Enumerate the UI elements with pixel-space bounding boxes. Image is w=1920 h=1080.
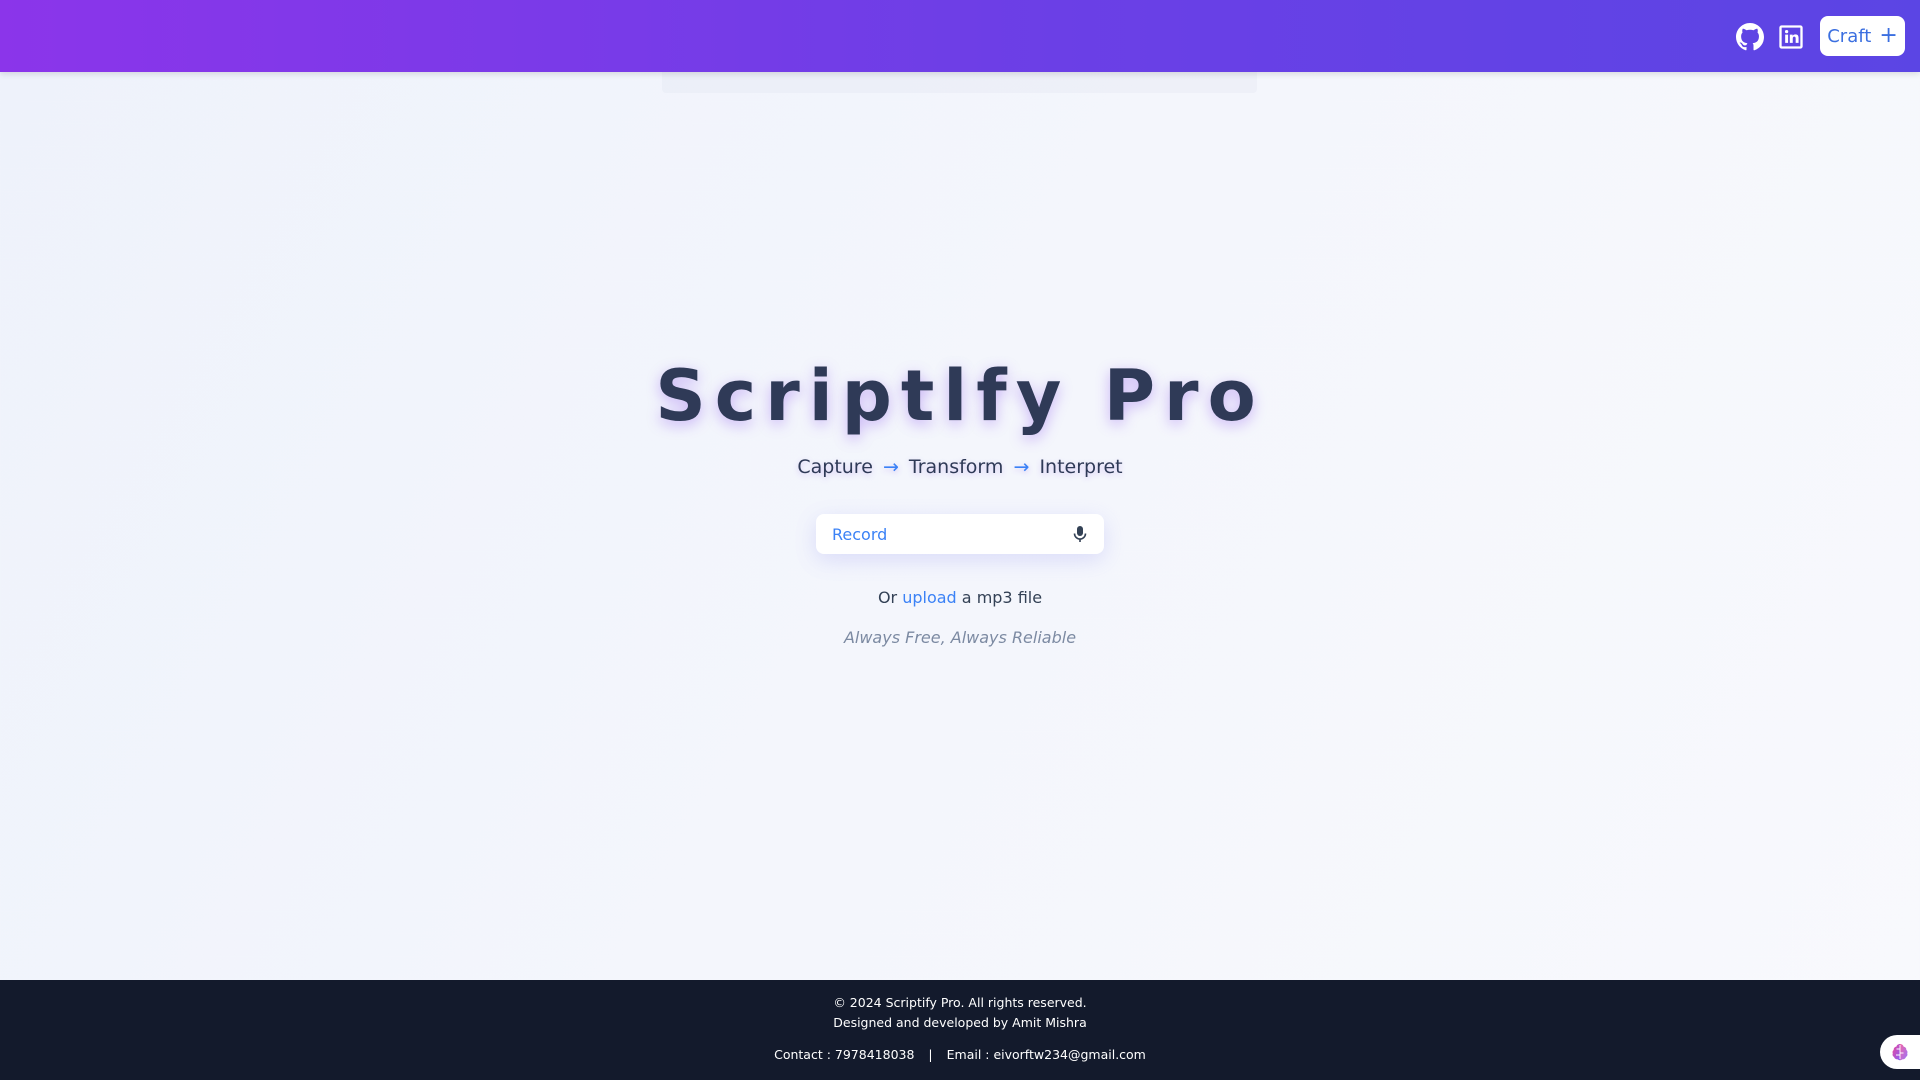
- footer-separator: |: [928, 1047, 933, 1062]
- arrow-right-icon: →: [1013, 456, 1030, 478]
- github-icon[interactable]: [1735, 22, 1765, 52]
- plus-icon: +: [1879, 23, 1898, 48]
- footer-email: Email : eivorftw234@gmail.com: [946, 1047, 1146, 1062]
- tagline-transform: Transform: [908, 456, 1004, 478]
- footer-copyright: © 2024 Scriptify Pro. All rights reserve…: [833, 995, 1087, 1010]
- arrow-right-icon: →: [882, 456, 899, 478]
- upload-suffix: a mp3 file: [961, 588, 1043, 607]
- microphone-icon: [1073, 526, 1087, 542]
- craft-button[interactable]: Craft +: [1820, 16, 1905, 56]
- footer-contact-line: Contact : 7978418038 | Email : eivorftw2…: [0, 1047, 1920, 1062]
- linkedin-icon[interactable]: [1776, 22, 1806, 52]
- tagline-interpret: Interpret: [1039, 456, 1123, 478]
- record-label: Record: [832, 524, 888, 544]
- record-button[interactable]: Record: [816, 514, 1104, 554]
- app-title: Scriptlfy Pro: [655, 355, 1265, 437]
- footer-contact: Contact : 7978418038: [774, 1047, 915, 1062]
- brain-icon: [1892, 1044, 1908, 1061]
- upload-prompt: Or upload a mp3 file: [0, 588, 1920, 607]
- floating-assistant-button[interactable]: [1880, 1035, 1920, 1069]
- top-header: Craft +: [0, 0, 1920, 72]
- tagline: Capture → Transform → Interpret: [0, 456, 1920, 478]
- footer: © 2024 Scriptify Pro. All rights reserve…: [0, 980, 1920, 1080]
- promise-text: Always Free, Always Reliable: [843, 628, 1077, 647]
- footer-credit: Designed and developed by Amit Mishra: [833, 1015, 1087, 1030]
- upload-link[interactable]: upload: [902, 588, 957, 607]
- craft-button-label: Craft: [1827, 25, 1872, 47]
- upload-prefix: Or: [877, 588, 898, 607]
- tagline-capture: Capture: [797, 456, 873, 478]
